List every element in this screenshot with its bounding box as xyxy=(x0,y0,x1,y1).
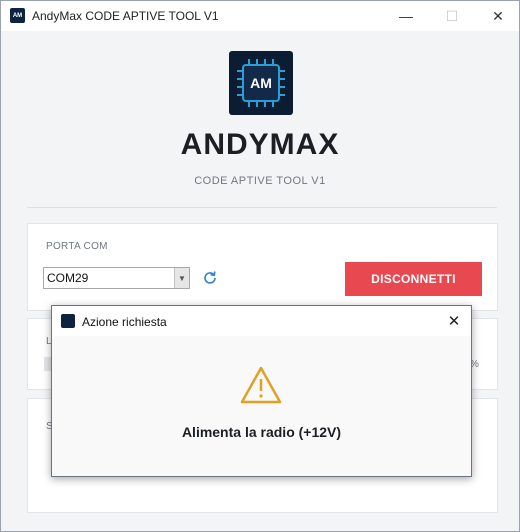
com-port-value: COM29 xyxy=(47,271,89,285)
window-title: AndyMax CODE APTIVE TOOL V1 xyxy=(32,9,219,23)
dialog-app-icon xyxy=(61,314,75,328)
chip-icon: AM xyxy=(237,59,285,107)
app-icon: AM xyxy=(10,8,25,23)
refresh-icon[interactable] xyxy=(201,269,219,287)
chevron-down-icon[interactable]: ▼ xyxy=(174,268,189,288)
dialog-close-icon[interactable]: ✕ xyxy=(440,309,468,333)
dialog-title: Azione richiesta xyxy=(82,315,167,329)
dialog-body: Alimenta la radio (+12V) xyxy=(52,336,471,476)
action-required-dialog: Azione richiesta ✕ Alimenta la radio (+1… xyxy=(51,305,472,477)
close-icon[interactable]: ✕ xyxy=(475,1,520,31)
logo: AM xyxy=(229,51,293,115)
minimize-icon[interactable]: — xyxy=(383,1,429,31)
app-icon-text: AM xyxy=(12,12,23,19)
logo-text: AM xyxy=(250,75,272,91)
maximize-icon[interactable]: ☐ xyxy=(429,1,475,31)
com-port-select[interactable]: COM29 ▼ xyxy=(43,267,190,289)
title-bar[interactable]: AM AndyMax CODE APTIVE TOOL V1 — ☐ ✕ xyxy=(1,1,519,31)
warning-icon xyxy=(240,366,282,404)
brand-title: ANDYMAX xyxy=(180,128,340,161)
divider xyxy=(27,207,497,208)
disconnect-button[interactable]: DISCONNETTI xyxy=(345,262,482,296)
porta-com-label: PORTA COM xyxy=(46,241,108,252)
dialog-message: Alimenta la radio (+12V) xyxy=(181,424,342,440)
connection-card: PORTA COM COM29 ▼ DISCONNETTI xyxy=(27,223,498,311)
app-subtitle: CODE APTIVE TOOL V1 xyxy=(194,175,326,187)
